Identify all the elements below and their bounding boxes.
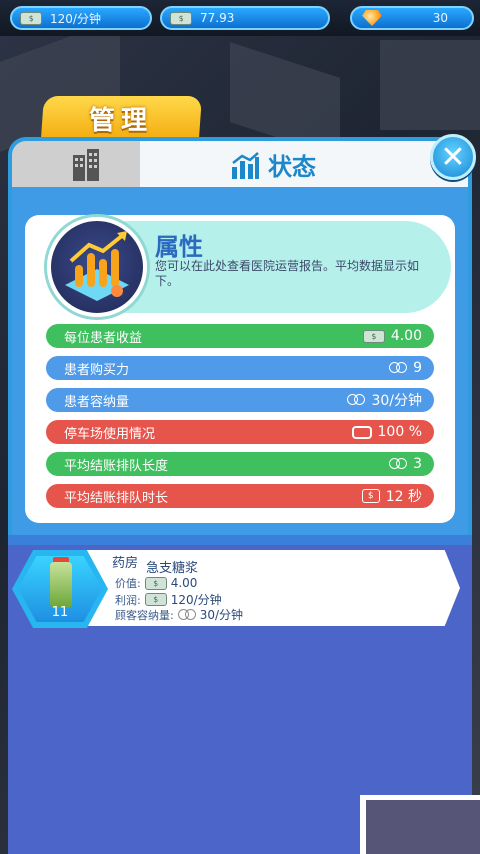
report-chart-icon	[47, 217, 147, 317]
gem-icon	[360, 8, 384, 28]
timer-cash-icon: $	[361, 489, 380, 503]
stat-label: 每位患者收益	[64, 330, 143, 346]
income-rate-pill: $ 120/分钟	[10, 6, 152, 30]
income-rate-value: 120/分钟	[50, 11, 101, 26]
stat-value: 30/分钟	[371, 393, 422, 409]
people-icon	[347, 394, 366, 406]
item-price-line: 价值: $ 4.00	[115, 575, 197, 591]
item-price-value: 4.00	[170, 576, 198, 590]
backdrop-building	[380, 40, 480, 130]
bar-chart-icon	[232, 151, 259, 179]
stat-value: 100 %	[377, 424, 422, 440]
cash-icon: $	[362, 329, 385, 343]
stat-value: 3	[413, 456, 422, 472]
money-value: 77.93	[200, 11, 235, 25]
close-button[interactable]: ✕	[430, 134, 476, 180]
people-icon	[177, 608, 196, 621]
corner-tile-map	[366, 800, 480, 854]
stat-row-purchasing-power: 患者购买力 9	[46, 356, 434, 380]
stat-value: 9	[413, 360, 422, 376]
car-icon	[351, 425, 372, 439]
status-tab-title: 状态	[230, 147, 316, 182]
stat-label: 平均结账排队长度	[64, 458, 169, 474]
top-resource-bar: $ 120/分钟 $ 77.93 30	[0, 0, 480, 36]
manage-tab-label: 管理	[88, 106, 153, 136]
stat-row-parking-usage: 停车场使用情况 100 %	[46, 420, 434, 444]
item-price-label: 价值:	[115, 577, 141, 590]
cash-icon: $	[144, 576, 167, 590]
item-capacity-line: 顾客容纳量: 30/分钟	[115, 606, 243, 623]
attributes-title: 属性	[155, 233, 203, 261]
item-name: 急支糖浆	[146, 561, 199, 576]
stat-row-revenue-per-patient: 每位患者收益 $4.00	[46, 324, 434, 348]
cash-icon: $	[20, 11, 42, 25]
stat-row-queue-length: 平均结账排队长度 3	[46, 452, 434, 476]
people-icon	[389, 458, 408, 470]
building-icon	[73, 149, 99, 181]
stat-value: 12 秒	[385, 489, 422, 505]
attributes-description: 您可以在此处查看医院运营报告。平均数据显示如下。	[155, 259, 420, 288]
stat-row-patient-capacity: 患者容纳量 30/分钟	[46, 388, 434, 412]
status-tab-label: 状态	[268, 153, 316, 181]
stat-label: 平均结账排队时长	[64, 490, 169, 506]
stat-row-queue-time: 平均结账排队时长 $12 秒	[46, 484, 434, 508]
stat-value: 4.00	[390, 328, 422, 344]
gems-pill[interactable]: 30	[350, 6, 474, 30]
item-category: 药房	[112, 556, 139, 571]
cash-icon: $	[170, 11, 192, 25]
syrup-bottle-icon	[50, 562, 72, 608]
item-capacity-value: 30/分钟	[199, 608, 244, 622]
stat-label: 停车场使用情况	[64, 426, 156, 442]
cash-icon: $	[144, 593, 167, 606]
stat-label: 患者购买力	[64, 362, 130, 378]
gems-value: 30	[432, 11, 448, 25]
item-level: 11	[51, 605, 69, 620]
item-capacity-label: 顾客容纳量:	[115, 608, 174, 622]
tab-building[interactable]	[12, 141, 140, 187]
stat-label: 患者容纳量	[64, 394, 130, 410]
money-pill: $ 77.93	[160, 6, 330, 30]
people-icon	[389, 362, 408, 374]
